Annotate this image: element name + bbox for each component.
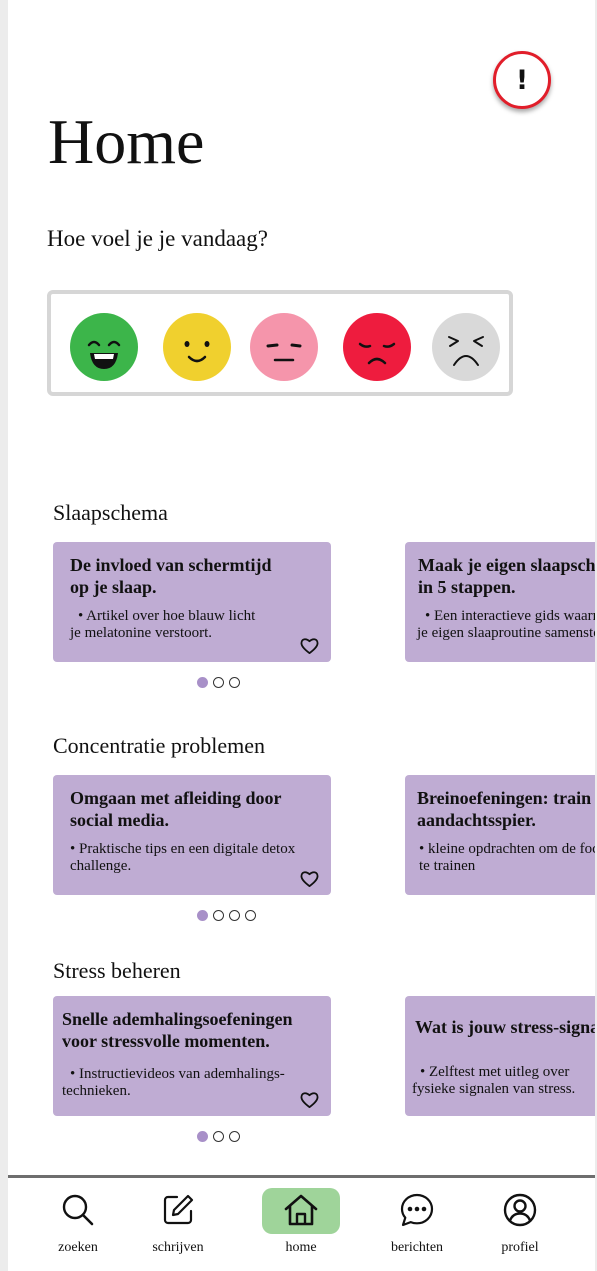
sad-face-icon xyxy=(343,313,411,381)
carousel-dot[interactable] xyxy=(213,910,224,921)
home-icon xyxy=(284,1194,318,1226)
section-title-stress: Stress beheren xyxy=(53,958,181,983)
article-card[interactable]: Maak je eigen slaapschema in 5 stappen. … xyxy=(405,542,595,662)
article-card[interactable]: Omgaan met afleiding door social media. … xyxy=(53,775,331,895)
exclamation-icon: ! xyxy=(515,64,529,96)
page-title: Home xyxy=(48,106,205,177)
card-title: Wat is jouw stress-signaal? xyxy=(415,1017,595,1037)
nav-item-home[interactable]: home xyxy=(261,1188,341,1258)
article-card[interactable]: Snelle ademhalingsoefeningen voor stress… xyxy=(53,996,331,1116)
carousel-pagination xyxy=(197,677,240,688)
card-title: Snelle ademhalingsoefeningen voor stress… xyxy=(62,1009,293,1051)
neutral-face-icon xyxy=(250,313,318,381)
heart-icon[interactable] xyxy=(300,637,319,655)
card-description: • Zelftest met uitleg over fysieke signa… xyxy=(412,1064,576,1097)
carousel-dot[interactable] xyxy=(197,1131,208,1142)
very-happy-face-icon xyxy=(70,313,138,381)
mood-happy-button[interactable] xyxy=(163,313,231,381)
nav-item-zoeken[interactable]: zoeken xyxy=(38,1188,118,1258)
carousel-pagination xyxy=(197,1131,240,1142)
carousel-dot[interactable] xyxy=(213,677,224,688)
card-description: • Een interactieve gids waarmee je eigen… xyxy=(417,608,595,641)
card-title: Breinoefeningen: train je aandachtsspier… xyxy=(417,788,595,830)
nav-label: profiel xyxy=(501,1240,539,1255)
nav-item-profiel[interactable]: profiel xyxy=(480,1188,560,1258)
carousel-dot[interactable] xyxy=(245,910,256,921)
mood-selector xyxy=(47,290,513,396)
card-description: • Instructievideos van ademhalings- tech… xyxy=(62,1066,285,1099)
profile-icon xyxy=(503,1193,537,1227)
card-title: De invloed van schermtijd op je slaap. xyxy=(70,555,272,597)
card-title: Omgaan met afleiding door social media. xyxy=(70,788,282,830)
mood-very-happy-button[interactable] xyxy=(70,313,138,381)
nav-label: berichten xyxy=(390,1240,444,1255)
chat-icon xyxy=(400,1193,434,1227)
article-card[interactable]: Breinoefeningen: train je aandachtsspier… xyxy=(405,775,595,895)
heart-icon[interactable] xyxy=(300,870,319,888)
nav-item-schrijven[interactable]: schrijven xyxy=(138,1188,218,1258)
carousel-dot[interactable] xyxy=(229,1131,240,1142)
article-card[interactable]: De invloed van schermtijd op je slaap. •… xyxy=(53,542,331,662)
mood-very-sad-button[interactable] xyxy=(432,313,500,381)
happy-face-icon xyxy=(163,313,231,381)
card-description: • Praktische tips en een digitale detox … xyxy=(70,841,296,874)
search-icon xyxy=(62,1194,94,1226)
carousel-dot[interactable] xyxy=(213,1131,224,1142)
mood-neutral-button[interactable] xyxy=(250,313,318,381)
carousel-pagination xyxy=(197,910,256,921)
nav-item-berichten[interactable]: berichten xyxy=(377,1188,457,1258)
home-screen: ! Home Hoe voel je je vandaag? Slaapsche… xyxy=(8,0,595,1271)
carousel-dot[interactable] xyxy=(229,910,240,921)
edit-icon xyxy=(163,1194,194,1225)
bottom-nav-divider xyxy=(8,1175,595,1178)
nav-label: schrijven xyxy=(152,1240,204,1255)
card-description: • kleine opdrachten om de focus te train… xyxy=(419,841,595,874)
mood-sad-button[interactable] xyxy=(343,313,411,381)
very-sad-face-icon xyxy=(432,313,500,381)
section-title-slaapschema: Slaapschema xyxy=(53,500,168,525)
card-description: • Artikel over hoe blauw licht je melato… xyxy=(70,608,256,641)
article-card[interactable]: Wat is jouw stress-signaal? • Zelftest m… xyxy=(405,996,595,1116)
carousel-dot[interactable] xyxy=(197,677,208,688)
section-title-concentratie: Concentratie problemen xyxy=(53,733,265,758)
alert-button[interactable]: ! xyxy=(493,51,551,109)
nav-label: home xyxy=(285,1240,317,1255)
mood-question: Hoe voel je je vandaag? xyxy=(47,226,268,251)
carousel-dot[interactable] xyxy=(197,910,208,921)
carousel-dot[interactable] xyxy=(229,677,240,688)
heart-icon[interactable] xyxy=(300,1091,319,1109)
card-title: Maak je eigen slaapschema in 5 stappen. xyxy=(418,555,595,597)
nav-label: zoeken xyxy=(58,1240,98,1255)
